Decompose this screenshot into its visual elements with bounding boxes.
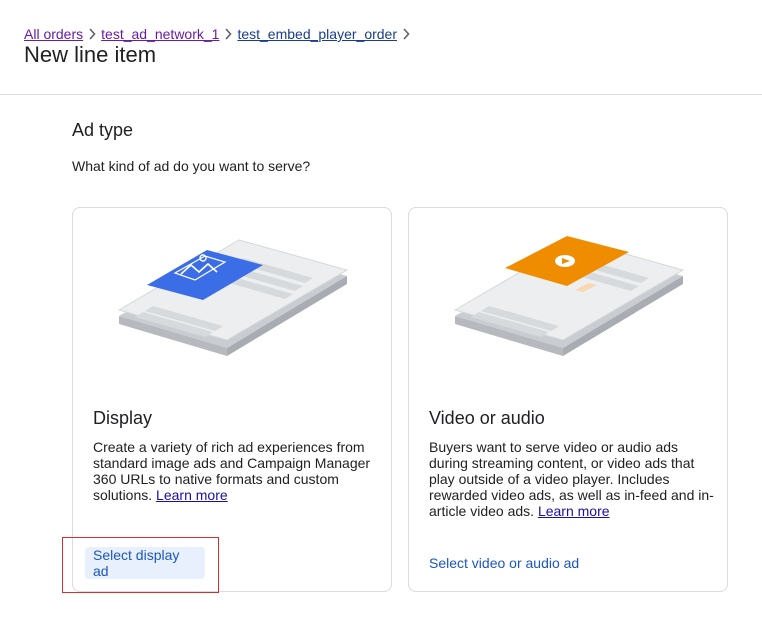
video-card-title: Video or audio: [429, 408, 545, 428]
display-learn-more-link[interactable]: Learn more: [156, 487, 228, 503]
section-title: Ad type: [72, 120, 134, 140]
display-card-title: Display: [93, 408, 153, 428]
chevron-right-icon: [400, 28, 412, 40]
breadcrumb-all-orders[interactable]: All orders: [24, 26, 83, 42]
breadcrumb: All orders test_ad_network_1 test_embed_…: [24, 26, 415, 42]
display-ad-illustration: [117, 239, 349, 356]
video-ad-illustration: [453, 236, 685, 356]
video-audio-ad-card[interactable]: Video or audio Buyers want to serve vide…: [408, 207, 728, 592]
breadcrumb-order[interactable]: test_embed_player_order: [237, 26, 397, 42]
chevron-right-icon: [86, 28, 98, 40]
select-video-audio-ad-button[interactable]: Select video or audio ad: [421, 547, 587, 579]
display-card-description: Create a variety of rich ad experiences …: [93, 439, 378, 503]
video-card-description: Buyers want to serve video or audio ads …: [429, 439, 714, 519]
display-ad-card[interactable]: Display Create a variety of rich ad expe…: [72, 207, 392, 592]
breadcrumb-network[interactable]: test_ad_network_1: [101, 26, 219, 42]
page-header: All orders test_ad_network_1 test_embed_…: [0, 0, 762, 95]
section-question: What kind of ad do you want to serve?: [72, 158, 311, 174]
display-description-text: Create a variety of rich ad experiences …: [93, 439, 371, 503]
chevron-right-icon: [222, 28, 234, 40]
page-title: New line item: [24, 42, 157, 67]
video-learn-more-link[interactable]: Learn more: [538, 503, 610, 519]
select-display-ad-button[interactable]: Select display ad: [85, 547, 205, 579]
